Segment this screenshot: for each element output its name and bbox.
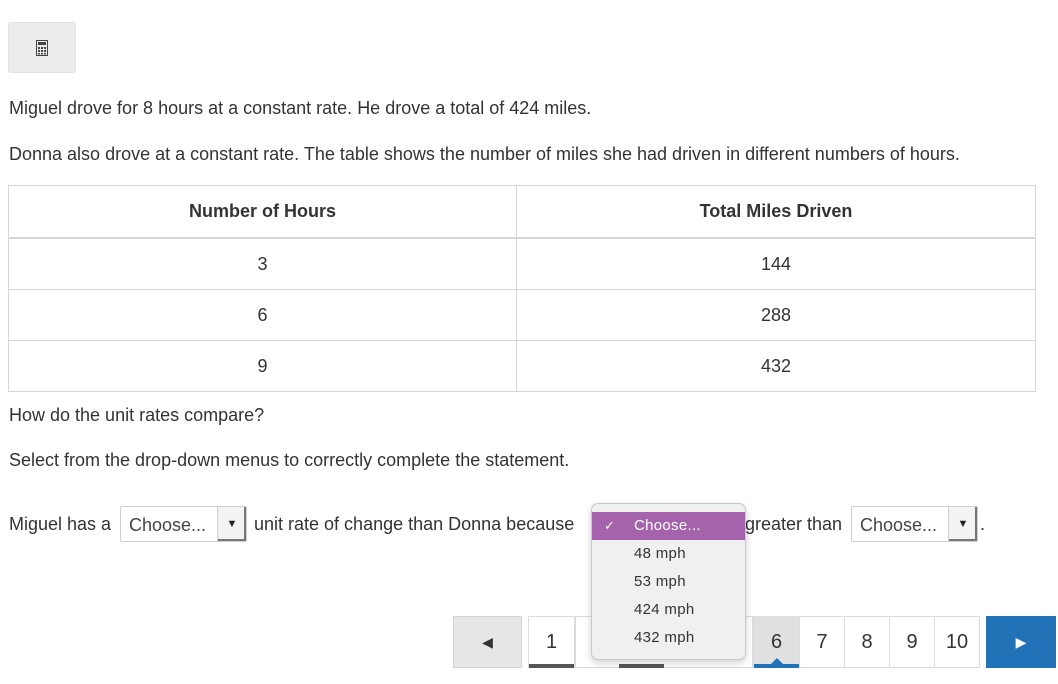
calculator-button[interactable] xyxy=(8,22,76,73)
table-cell: 9 xyxy=(8,340,517,392)
chevron-down-icon: ▼ xyxy=(217,507,246,541)
table-row: 9 432 xyxy=(8,340,1036,392)
select-rate-comparison[interactable]: Choose... ▼ xyxy=(120,506,247,542)
option-label: 424 mph xyxy=(634,601,695,618)
option-label: 432 mph xyxy=(634,629,695,646)
table-row: 3 144 xyxy=(8,237,1036,290)
question-prompt: How do the unit rates compare? xyxy=(9,405,265,425)
page-label: 1 xyxy=(545,630,558,653)
page-progress-underline xyxy=(754,664,799,668)
table-cell: 144 xyxy=(516,237,1036,290)
miles-table: Number of Hours Total Miles Driven 3 144… xyxy=(8,185,1036,392)
dropdown-option-432-mph[interactable]: 432 mph xyxy=(592,624,745,652)
page-button-1[interactable]: 1 xyxy=(528,616,575,668)
calculator-icon xyxy=(36,39,48,56)
page-label: 8 xyxy=(861,630,873,653)
page-label: 10 xyxy=(945,630,969,653)
option-label: 48 mph xyxy=(634,545,686,562)
triangle-left-icon: ◀ xyxy=(482,633,493,650)
page-button-6[interactable]: 6 xyxy=(753,616,800,668)
table-header-miles: Total Miles Driven xyxy=(516,185,1036,239)
chevron-down-icon: ▼ xyxy=(948,507,977,541)
table-row: 6 288 xyxy=(8,289,1036,341)
passage-line-1: Miguel drove for 8 hours at a constant r… xyxy=(9,98,592,118)
table-cell: 3 xyxy=(8,237,517,290)
dropdown-option-53-mph[interactable]: 53 mph xyxy=(592,568,745,596)
page-progress-underline xyxy=(619,664,664,668)
table-cell: 432 xyxy=(516,340,1036,392)
table-cell: 6 xyxy=(8,289,517,341)
checkmark-icon: ✓ xyxy=(604,518,616,533)
statement-part-2: unit rate of change than Donna because xyxy=(254,514,575,534)
statement-end: . xyxy=(980,514,986,534)
select-rate-value-2-value: Choose... xyxy=(860,515,938,535)
select-rate-comparison-value: Choose... xyxy=(129,515,207,535)
dropdown-option-choose[interactable]: ✓ Choose... xyxy=(592,512,745,540)
option-label: Choose... xyxy=(634,517,701,534)
dropdown-menu-rate: ✓ Choose... 48 mph 53 mph 424 mph 432 mp… xyxy=(591,503,746,660)
page-button-9[interactable]: 9 xyxy=(889,616,935,668)
page-button-7[interactable]: 7 xyxy=(799,616,845,668)
triangle-right-icon: ▶ xyxy=(1015,633,1027,650)
page-progress-underline xyxy=(529,664,574,668)
table-header-hours: Number of Hours xyxy=(8,185,517,239)
next-page-button[interactable]: ▶ xyxy=(986,616,1056,668)
page-button-8[interactable]: 8 xyxy=(844,616,890,668)
table-header-row: Number of Hours Total Miles Driven xyxy=(8,185,1036,239)
question-instruction: Select from the drop-down menus to corre… xyxy=(9,450,570,470)
passage-line-2: Donna also drove at a constant rate. The… xyxy=(9,144,960,164)
dropdown-option-48-mph[interactable]: 48 mph xyxy=(592,540,745,568)
page-label: 6 xyxy=(770,630,783,653)
table-cell: 288 xyxy=(516,289,1036,341)
page-button-10[interactable]: 10 xyxy=(934,616,980,668)
page-label: 9 xyxy=(906,630,918,653)
option-label: 53 mph xyxy=(634,573,686,590)
select-rate-value-2[interactable]: Choose... ▼ xyxy=(851,506,978,542)
dropdown-option-424-mph[interactable]: 424 mph xyxy=(592,596,745,624)
previous-page-button[interactable]: ◀ xyxy=(453,616,522,668)
page-label: 7 xyxy=(816,630,828,653)
statement-part-1: Miguel has a xyxy=(9,514,112,534)
statement-part-3: greater than xyxy=(745,514,843,534)
